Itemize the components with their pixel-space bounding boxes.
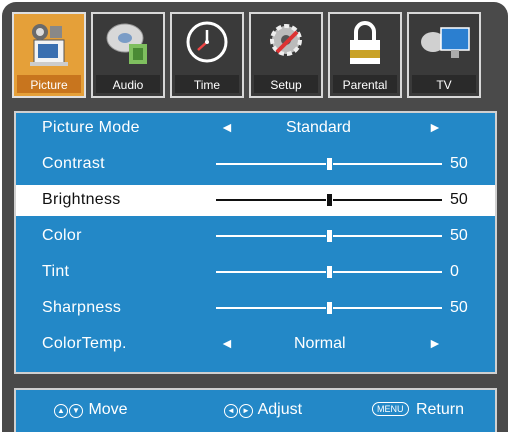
move-label: Move bbox=[88, 401, 128, 418]
tab-label: Audio bbox=[112, 78, 144, 92]
slider-thumb[interactable] bbox=[326, 230, 333, 242]
arrow-left-icon[interactable]: ◄ bbox=[220, 119, 234, 135]
gear-wrench-icon bbox=[270, 24, 302, 56]
clock-icon bbox=[186, 21, 228, 63]
tab-label: TV bbox=[436, 78, 452, 92]
adjust-hint: ◄ ► Adjust bbox=[224, 401, 302, 419]
satellite-monitor-icon bbox=[421, 27, 470, 58]
slider-thumb[interactable] bbox=[326, 266, 333, 278]
row-label: Tint bbox=[42, 263, 70, 280]
tab-label: Parental bbox=[342, 78, 388, 92]
sharpness-slider[interactable] bbox=[216, 302, 442, 314]
arrow-right-icon[interactable]: ► bbox=[428, 335, 442, 351]
tab-label: Setup bbox=[270, 78, 302, 92]
brightness-value: 50 bbox=[450, 191, 468, 208]
row-label: Brightness bbox=[42, 191, 121, 208]
return-hint: MENU Return bbox=[372, 401, 464, 419]
tab-label: Picture bbox=[30, 78, 68, 92]
picture-settings-panel: Picture Mode ◄ Standard ► Contrast 50 Br… bbox=[14, 111, 497, 374]
sharpness-row[interactable]: Sharpness 50 bbox=[16, 293, 495, 324]
return-label: Return bbox=[415, 401, 464, 418]
color-row[interactable]: Color 50 bbox=[16, 221, 495, 252]
contrast-value: 50 bbox=[450, 155, 468, 172]
tab-picture[interactable]: Picture bbox=[12, 12, 86, 98]
menu-key-icon: MENU bbox=[372, 402, 409, 416]
tint-slider[interactable] bbox=[216, 266, 442, 278]
sharpness-value: 50 bbox=[450, 299, 468, 316]
right-key-icon: ► bbox=[239, 404, 253, 418]
slider-thumb[interactable] bbox=[326, 302, 333, 314]
row-label: Contrast bbox=[42, 155, 105, 172]
tint-row[interactable]: Tint 0 bbox=[16, 257, 495, 288]
color-slider[interactable] bbox=[216, 230, 442, 242]
tab-time[interactable]: Time bbox=[170, 12, 244, 98]
move-hint: ▲ ▼ Move bbox=[54, 401, 128, 419]
picture-mode-value: Standard bbox=[286, 119, 351, 136]
slider-thumb[interactable] bbox=[326, 158, 333, 170]
tint-value: 0 bbox=[450, 263, 459, 280]
padlock-icon bbox=[350, 21, 380, 64]
brightness-row[interactable]: Brightness 50 bbox=[16, 185, 495, 216]
tab-label: Time bbox=[193, 78, 221, 92]
arrow-right-icon[interactable]: ► bbox=[428, 119, 442, 135]
contrast-slider[interactable] bbox=[216, 158, 442, 170]
color-value: 50 bbox=[450, 227, 468, 244]
left-key-icon: ◄ bbox=[224, 404, 238, 418]
row-label: Color bbox=[42, 227, 82, 244]
help-footer: ▲ ▼ Move ◄ ► Adjust MENU Return bbox=[14, 388, 497, 432]
color-temp-row[interactable]: ColorTemp. ◄ Normal ► bbox=[16, 329, 495, 360]
brightness-slider[interactable] bbox=[216, 194, 442, 206]
tab-audio[interactable]: Audio bbox=[91, 12, 165, 98]
up-key-icon: ▲ bbox=[54, 404, 68, 418]
speaker-disc-icon bbox=[106, 23, 147, 64]
row-label: Sharpness bbox=[42, 299, 122, 316]
tab-tv[interactable]: TV bbox=[407, 12, 481, 98]
color-temp-value: Normal bbox=[294, 335, 346, 352]
picture-mode-row[interactable]: Picture Mode ◄ Standard ► bbox=[16, 113, 495, 144]
tab-setup[interactable]: Setup bbox=[249, 12, 323, 98]
contrast-row[interactable]: Contrast 50 bbox=[16, 149, 495, 180]
down-key-icon: ▼ bbox=[69, 404, 83, 418]
adjust-label: Adjust bbox=[257, 401, 303, 418]
slider-thumb[interactable] bbox=[326, 194, 333, 206]
arrow-left-icon[interactable]: ◄ bbox=[220, 335, 234, 351]
row-label: Picture Mode bbox=[42, 119, 140, 136]
tab-parental[interactable]: Parental bbox=[328, 12, 402, 98]
menu-tabs: Picture Audio Time Setup Parental TV bbox=[12, 12, 510, 100]
row-label: ColorTemp. bbox=[42, 335, 127, 352]
tv-camera-icon bbox=[30, 24, 68, 66]
